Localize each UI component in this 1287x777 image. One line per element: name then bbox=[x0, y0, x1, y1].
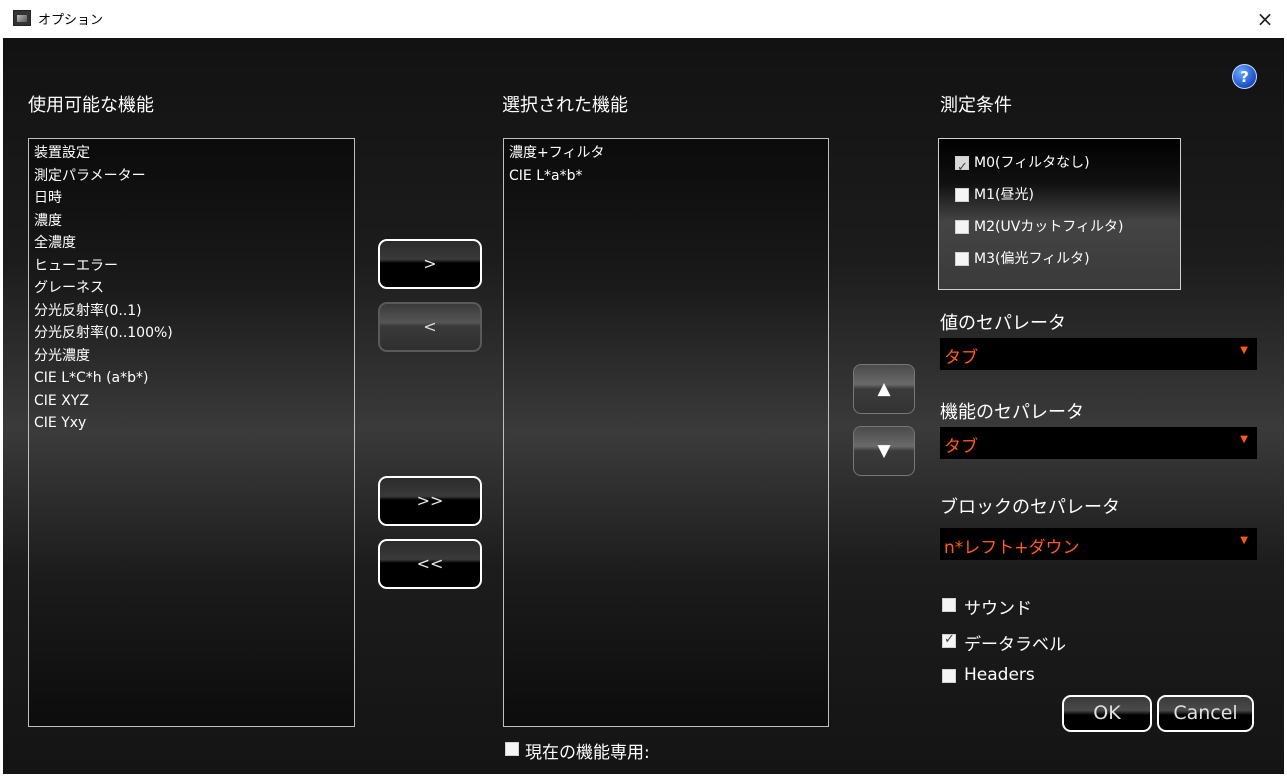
condition-m1[interactable]: M1(昼光) bbox=[939, 181, 1180, 213]
chevron-down-icon: ▼ bbox=[1240, 434, 1248, 445]
chevron-down-icon: ▼ bbox=[1240, 535, 1248, 546]
list-item[interactable]: 分光濃度 bbox=[34, 345, 354, 368]
ok-button[interactable]: OK bbox=[1062, 695, 1152, 732]
selected-value: タブ bbox=[944, 348, 978, 368]
add-all-button[interactable]: >> bbox=[378, 476, 482, 526]
list-item[interactable]: グレーネス bbox=[34, 277, 354, 300]
close-button[interactable]: × bbox=[1250, 4, 1280, 34]
list-item[interactable]: 装置設定 bbox=[34, 142, 354, 165]
checkbox[interactable] bbox=[955, 220, 969, 234]
add-button[interactable]: > bbox=[378, 239, 482, 289]
list-item[interactable]: CIE L*C*h (a*b*) bbox=[34, 367, 354, 390]
selected-value: n*レフト+ダウン bbox=[944, 538, 1080, 558]
conditions-box: M0(フィルタなし) M1(昼光) M2(UVカットフィルタ) M3(偏光フィル… bbox=[938, 138, 1181, 290]
sound-label: サウンド bbox=[964, 599, 1032, 619]
list-item[interactable]: 分光反射率(0..1) bbox=[34, 300, 354, 323]
condition-label: M1(昼光) bbox=[974, 187, 1034, 203]
current-only-label: 現在の機能専用: bbox=[525, 743, 650, 763]
value-separator-select[interactable]: タブ ▼ bbox=[940, 338, 1257, 370]
list-item[interactable]: 濃度+フィルタ bbox=[509, 142, 828, 165]
checkbox[interactable] bbox=[955, 252, 969, 266]
condition-label: M3(偏光フィルタ) bbox=[974, 251, 1090, 267]
conditions-heading: 測定条件 bbox=[940, 95, 1012, 116]
remove-all-button[interactable]: << bbox=[378, 539, 482, 589]
chevron-down-icon: ▼ bbox=[1240, 345, 1248, 356]
value-separator-label: 値のセパレータ bbox=[940, 313, 1066, 334]
block-separator-select[interactable]: n*レフト+ダウン ▼ bbox=[940, 528, 1257, 560]
condition-m3[interactable]: M3(偏光フィルタ) bbox=[939, 245, 1180, 277]
selected-heading: 選択された機能 bbox=[502, 95, 628, 116]
checkbox[interactable] bbox=[942, 598, 956, 612]
block-separator-label: ブロックのセパレータ bbox=[940, 497, 1120, 518]
condition-label: M2(UVカットフィルタ) bbox=[974, 219, 1124, 235]
move-up-button[interactable]: ▲ bbox=[853, 364, 915, 414]
remove-button[interactable]: < bbox=[378, 302, 482, 352]
data-label-label: データラベル bbox=[964, 635, 1066, 655]
list-item[interactable]: 濃度 bbox=[34, 210, 354, 233]
list-item[interactable]: CIE L*a*b* bbox=[509, 165, 828, 188]
available-heading: 使用可能な機能 bbox=[28, 95, 154, 116]
cancel-button[interactable]: Cancel bbox=[1157, 695, 1254, 732]
available-list[interactable]: 装置設定 測定パラメーター 日時 濃度 全濃度 ヒューエラー グレーネス 分光反… bbox=[28, 138, 355, 727]
options-dialog: ? 使用可能な機能 装置設定 測定パラメーター 日時 濃度 全濃度 ヒューエラー… bbox=[3, 38, 1284, 774]
checkbox[interactable] bbox=[505, 742, 519, 756]
list-item[interactable]: 分光反射率(0..100%) bbox=[34, 322, 354, 345]
list-item[interactable]: CIE Yxy bbox=[34, 412, 354, 435]
app-icon bbox=[13, 10, 31, 26]
condition-label: M0(フィルタなし) bbox=[974, 155, 1090, 171]
title-bar: オプション × bbox=[0, 0, 1287, 38]
headers-label: Headers bbox=[964, 665, 1035, 685]
condition-m0[interactable]: M0(フィルタなし) bbox=[939, 149, 1180, 182]
checkbox[interactable] bbox=[955, 188, 969, 202]
checkbox-checked[interactable] bbox=[942, 632, 956, 648]
help-icon[interactable]: ? bbox=[1232, 64, 1257, 89]
list-item[interactable]: 全濃度 bbox=[34, 232, 354, 255]
feature-separator-select[interactable]: タブ ▼ bbox=[940, 427, 1257, 459]
feature-separator-label: 機能のセパレータ bbox=[940, 402, 1084, 423]
list-item[interactable]: ヒューエラー bbox=[34, 255, 354, 278]
list-item[interactable]: 日時 bbox=[34, 187, 354, 210]
selected-value: タブ bbox=[944, 437, 978, 457]
checkbox-checked[interactable] bbox=[955, 154, 969, 182]
list-item[interactable]: 測定パラメーター bbox=[34, 165, 354, 188]
selected-list[interactable]: 濃度+フィルタ CIE L*a*b* bbox=[503, 138, 829, 727]
list-item[interactable]: CIE XYZ bbox=[34, 390, 354, 413]
window-title: オプション bbox=[38, 13, 104, 28]
move-down-button[interactable]: ▼ bbox=[853, 426, 915, 476]
condition-m2[interactable]: M2(UVカットフィルタ) bbox=[939, 213, 1180, 245]
checkbox[interactable] bbox=[942, 669, 956, 683]
